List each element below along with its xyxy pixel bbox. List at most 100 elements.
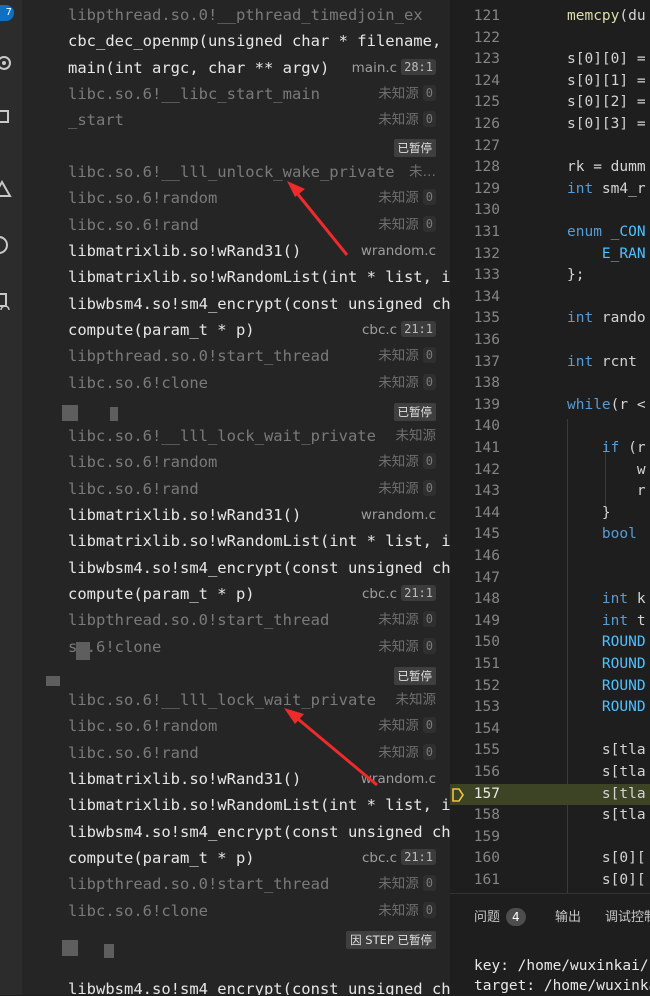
code-line[interactable]: 145 bool [450,524,650,546]
stack-frame[interactable]: libc.so.6!__libc_start_main 未知源 0 [22,81,450,108]
code-line[interactable]: 132 E_RAN [450,244,650,266]
code-line[interactable]: 156 s[tla [450,762,650,784]
extensions-icon[interactable] [0,292,14,310]
code-line[interactable]: 140 [450,416,650,438]
stack-frame-file: 未知源 [378,718,419,735]
code-line[interactable]: 148 int k [450,589,650,611]
stack-frame[interactable]: libpthread.so.0!start_thread 未知源 0 [22,871,450,898]
code-line[interactable]: 154 [450,719,650,741]
code-line[interactable]: 144 } [450,503,650,525]
thread-header[interactable]: 已暂停 [22,665,450,687]
stack-frame[interactable]: compute(param_t * p) cbc.c 21:1 [22,581,450,608]
code-line[interactable]: 135 int rando [450,308,650,330]
code-line[interactable]: 149 int t [450,611,650,633]
stack-frame-source: 未知源 0 [372,343,436,370]
stack-frame[interactable]: libmatrixlib.so!wRandomList(int * list, … [22,528,450,554]
stack-frame[interactable]: libc.so.6!random 未知源 0 [22,449,450,476]
thread-header[interactable]: 因 STEP 已暂停 [22,929,450,951]
current-line-arrow-icon [452,788,464,802]
stack-frame[interactable]: libc.so.6!__lll_lock_wait_private 未知源 [22,423,450,449]
code-line[interactable]: 133}; [450,265,650,287]
stack-frame[interactable]: libmatrixlib.so!wRand31() wrandom.c [22,238,450,265]
stack-frame[interactable]: libmatrixlib.so!wRandomList(int * list, … [22,264,450,290]
stack-frame[interactable]: main(int argc, char ** argv) main.c 28:1 [22,54,450,81]
code-line[interactable]: 143 r [450,481,650,503]
thread-name-redacted [62,405,78,421]
stack-frame[interactable]: libc.so.6!clone 未知源 0 [22,369,450,396]
stack-frame[interactable]: libpthread.so.0!__pthread_timedjoin_ex [22,2,450,28]
stack-frame[interactable]: _start 未知源 0 [22,107,450,134]
run-circle-icon[interactable] [0,236,14,254]
code-line[interactable]: 137 int rcnt [450,352,650,374]
stack-frame-function: libmatrixlib.so!wRandomList(int * list, … [68,796,450,815]
tab-output[interactable]: 输出 [555,906,581,925]
code-line[interactable]: 150 ROUND [450,632,650,654]
line-number: 158 [473,807,500,824]
stack-frame[interactable]: libc.so.6!random 未知源 0 [22,713,450,740]
stack-frame[interactable]: libwbsm4.so!sm4_encrypt(const unsigned c… [22,555,450,581]
code-line[interactable]: 152 ROUND [450,676,650,698]
stack-frame[interactable]: libc.so.6!clone 未知源 0 [22,897,450,924]
code-line[interactable]: 139 while(r < [450,395,650,417]
code-text: s[0][ [567,872,646,888]
code-line[interactable]: 129 int sm4_r [450,179,650,201]
code-line[interactable]: 126 s[0][3] = [450,114,650,136]
code-line[interactable]: 136 [450,330,650,352]
code-line[interactable]: 159 [450,827,650,849]
line-number: 143 [473,483,500,500]
code-line[interactable]: 151 ROUND [450,654,650,676]
stack-frame[interactable]: libc.so.6!random 未知源 0 [22,185,450,212]
code-line[interactable]: 130 [450,200,650,222]
code-line[interactable]: 153 ROUND [450,697,650,719]
stack-frame[interactable]: libc.so.6!rand 未知源 0 [22,475,450,502]
stack-frame[interactable]: libwbsm4.so!sm4_encrypt(const unsigned c… [22,976,450,995]
thread-header[interactable]: 已暂停 [22,401,450,423]
stack-frame[interactable]: libmatrixlib.so!wRand31() wrandom.c [22,502,450,529]
code-line[interactable]: 157 s[tla [450,783,650,806]
stack-frame[interactable]: libmatrixlib.so!wRandomList(int * list, … [22,792,450,818]
code-line[interactable]: 134 [450,287,650,309]
code-line[interactable]: 146 [450,546,650,568]
code-line[interactable]: 138 [450,373,650,395]
stack-frame[interactable]: libwbsm4.so!sm4_encrypt(const unsigned c… [22,291,450,317]
warning-triangle-icon[interactable] [0,180,14,198]
stack-frame[interactable]: compute(param_t * p) cbc.c 21:1 [22,845,450,872]
code-line[interactable]: 131 enum _CON [450,222,650,244]
tab-debug-console[interactable]: 调试控制台 [605,906,650,925]
thread-header[interactable]: 已暂停 [22,137,450,159]
stack-frame-file: 未知源 [378,348,419,365]
stack-frame[interactable]: libmatrixlib.so!wRand31() wrandom.c [22,766,450,793]
stack-frame[interactable]: libc.so.6!rand 未知源 0 [22,739,450,766]
code-line[interactable]: 158 s[tla [450,805,650,827]
line-number: 161 [473,872,500,888]
code-line[interactable]: 127 [450,136,650,158]
code-line[interactable]: 161 s[0][ [450,870,650,892]
code-line[interactable]: 121 memcpy(du [450,6,650,28]
stack-frame[interactable]: libc.so.6!__lll_lock_wait_private 未知源 [22,687,450,713]
code-editor[interactable]: 121 memcpy(du 122 123 s[0][0] = 124 s[0][1] = 1… [450,0,650,893]
debug-panel-icon[interactable] [0,108,14,126]
code-line[interactable]: 147 [450,568,650,590]
stack-frame-source: main.c 28:1 [345,54,436,81]
stack-frame[interactable]: libpthread.so.0!start_thread 未知源 0 [22,607,450,634]
code-line[interactable]: 155 s[tla [450,740,650,762]
stack-frame[interactable]: libpthread.so.0!start_thread 未知源 0 [22,343,450,370]
settings-gear-icon[interactable] [0,54,14,72]
code-line[interactable]: 124 s[0][1] = [450,71,650,93]
stack-frame[interactable]: cbc_dec_openmp(unsigned char * filename,… [22,28,450,54]
tab-debug-console-label: 调试控制台 [605,910,650,925]
stack-frame[interactable]: libwbsm4.so!sm4_encrypt(const unsigned c… [22,819,450,845]
code-line[interactable]: 160 s[0][ [450,848,650,870]
code-line[interactable]: 142 w [450,460,650,482]
stack-frame[interactable]: compute(param_t * p) cbc.c 21:1 [22,317,450,344]
stack-frame[interactable]: libc.so.6!__lll_unlock_wake_private 未… [22,159,450,185]
code-line[interactable]: 123 s[0][0] = [450,49,650,71]
code-line[interactable]: 128 rk = dumm [450,157,650,179]
code-line[interactable]: 122 [450,28,650,50]
code-line[interactable]: 125 s[0][2] = [450,92,650,114]
tab-problems[interactable]: 问题 4 [474,906,526,926]
stack-frame[interactable]: libc.so.6!rand 未知源 0 [22,211,450,238]
stack-frame-source: 未知源 0 [372,449,436,476]
line-number: 128 [473,159,500,176]
code-line[interactable]: 141 if (r [450,438,650,460]
